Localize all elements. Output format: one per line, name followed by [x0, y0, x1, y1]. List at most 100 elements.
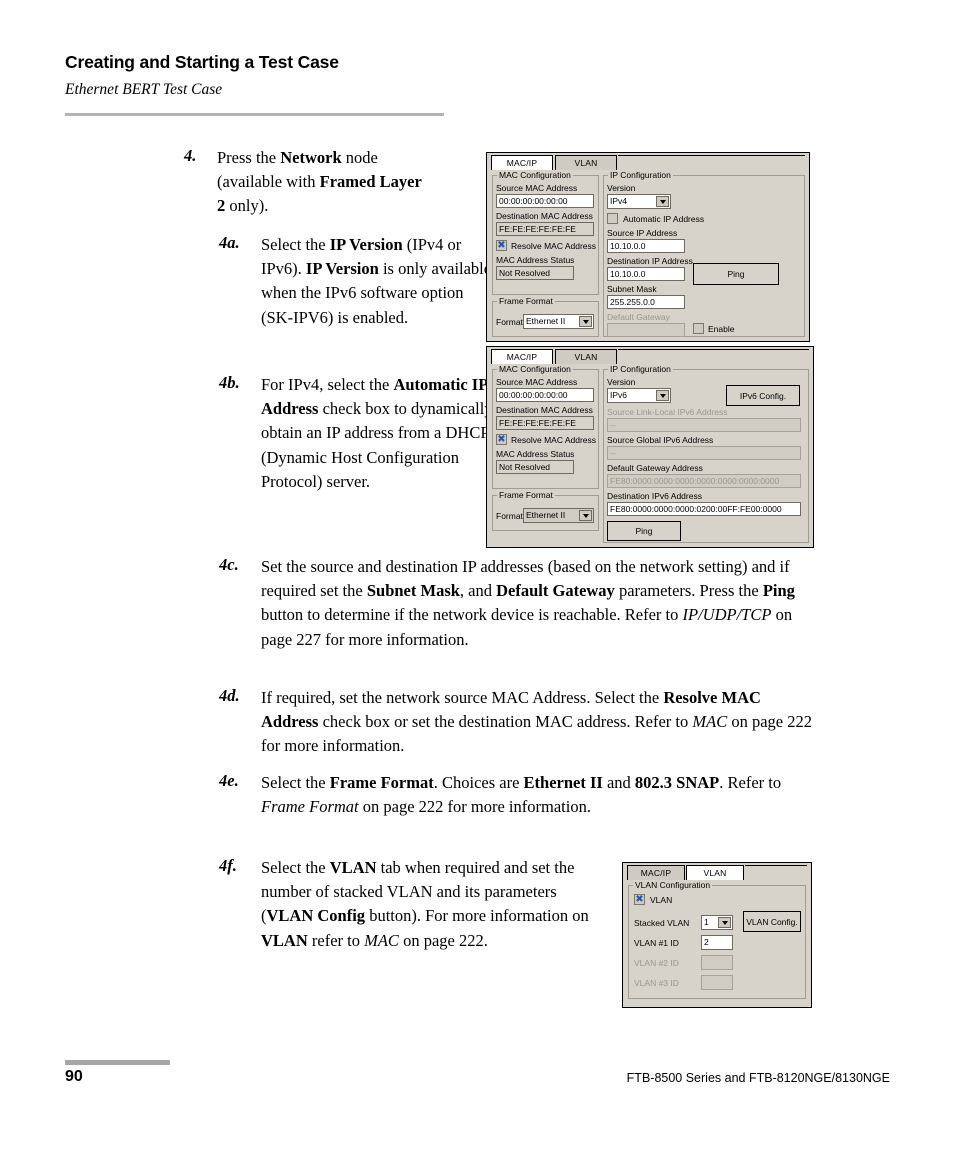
ip-version-value: IPv6 — [610, 390, 628, 400]
destination-mac-label: Destination MAC Address — [496, 211, 593, 221]
step-4b: 4b. For IPv4, select the Automatic IP Ad… — [219, 373, 494, 494]
vlan-1-id-input[interactable]: 2 — [701, 935, 733, 950]
chevron-down-icon[interactable] — [656, 390, 669, 401]
vlan-config-button[interactable]: VLAN Config. — [743, 911, 801, 932]
step-text: For IPv4, select the Automatic IP Addres… — [261, 375, 493, 491]
source-mac-label: Source MAC Address — [496, 377, 578, 387]
destination-mac-input[interactable]: FE:FE:FE:FE:FE:FE — [496, 416, 594, 430]
source-global-label: Source Global IPv6 Address — [607, 435, 714, 445]
frame-format-value: Ethernet II — [526, 316, 566, 326]
step-number: 4. — [184, 146, 197, 165]
page-title: Creating and Starting a Test Case — [65, 52, 339, 72]
version-label: Version — [607, 183, 636, 193]
tab-vlan[interactable]: VLAN — [686, 865, 744, 880]
resolve-mac-address-checkbox[interactable] — [496, 434, 507, 446]
frame-format-value: Ethernet II — [526, 510, 566, 520]
resolve-mac-address-checkbox[interactable] — [496, 240, 507, 252]
default-gateway-input — [607, 323, 685, 337]
step-number: 4f. — [219, 856, 237, 875]
step-4f: 4f. Select the VLAN tab when required an… — [219, 856, 599, 953]
step-text: Press the Network node (available with F… — [217, 148, 422, 216]
group-title: MAC Configuration — [497, 364, 573, 374]
tab-filler — [618, 349, 809, 364]
format-label: Format — [496, 317, 523, 327]
screenshot-vlan-dialog: MAC/IP VLAN VLAN Configuration VLAN Stac… — [622, 862, 812, 1008]
page-number: 90 — [65, 1068, 83, 1085]
subnet-mask-label: Subnet Mask — [607, 284, 657, 294]
tab-strip: MAC/IP VLAN — [487, 153, 809, 170]
stacked-vlan-value: 1 — [704, 917, 709, 927]
destination-ip-label: Destination IP Address — [607, 256, 693, 266]
ip-version-dropdown[interactable]: IPv4 — [607, 194, 671, 209]
screenshot-mac-ip-ipv4-dialog: MAC/IP VLAN MAC Configuration Source MAC… — [486, 152, 810, 342]
destination-ip-input[interactable]: 10.10.0.0 — [607, 267, 685, 281]
format-label: Format — [496, 511, 523, 521]
resolve-mac-address-label: Resolve MAC Address — [511, 241, 597, 251]
footer-product-line: FTB-8500 Series and FTB-8120NGE/8130NGE — [626, 1071, 890, 1085]
group-title: Frame Format — [497, 490, 555, 500]
step-4: 4. Press the Network node (available wit… — [184, 146, 434, 219]
resolve-mac-address-label: Resolve MAC Address — [511, 435, 597, 445]
step-number: 4b. — [219, 373, 240, 392]
tab-mac-ip[interactable]: MAC/IP — [491, 349, 553, 364]
step-4d: 4d. If required, set the network source … — [219, 686, 819, 759]
ip-version-value: IPv4 — [610, 196, 628, 206]
vlan-3-id-input — [701, 975, 733, 990]
chevron-down-icon[interactable] — [579, 510, 592, 521]
group-title: Frame Format — [497, 296, 555, 306]
automatic-ip-address-label: Automatic IP Address — [623, 214, 705, 224]
mac-status-value: Not Resolved — [496, 266, 574, 280]
vlan-enable-checkbox[interactable] — [634, 894, 645, 906]
source-mac-input[interactable]: 00:00:00:00:00:00 — [496, 194, 594, 208]
tab-vlan[interactable]: VLAN — [555, 349, 617, 364]
step-number: 4d. — [219, 686, 240, 705]
source-ip-label: Source IP Address — [607, 228, 678, 238]
tab-strip: MAC/IP VLAN — [487, 347, 813, 364]
source-link-local-value: -- — [607, 418, 801, 432]
source-global-value: -- — [607, 446, 801, 460]
tab-filler — [745, 865, 807, 880]
chevron-down-icon[interactable] — [656, 196, 669, 207]
step-number: 4c. — [219, 555, 239, 574]
vlan-1-id-label: VLAN #1 ID — [634, 938, 679, 948]
group-title: IP Configuration — [608, 364, 673, 374]
step-text: Select the Frame Format. Choices are Eth… — [261, 773, 782, 817]
destination-ipv6-label: Destination IPv6 Address — [607, 491, 702, 501]
page-header: Creating and Starting a Test Case Ethern… — [65, 52, 445, 99]
step-text: If required, set the network source MAC … — [261, 688, 813, 756]
screenshot-mac-ip-ipv6-dialog: MAC/IP VLAN MAC Configuration Source MAC… — [486, 346, 814, 548]
step-number: 4a. — [219, 233, 240, 252]
vlan-2-id-label: VLAN #2 ID — [634, 958, 679, 968]
frame-format-dropdown[interactable]: Ethernet II — [523, 508, 594, 523]
tab-mac-ip[interactable]: MAC/IP — [491, 155, 553, 170]
ping-button[interactable]: Ping — [607, 521, 681, 541]
source-mac-label: Source MAC Address — [496, 183, 578, 193]
group-title: MAC Configuration — [497, 170, 573, 180]
step-4c: 4c. Set the source and destination IP ad… — [219, 555, 819, 652]
group-title: IP Configuration — [608, 170, 673, 180]
footer-divider — [65, 1060, 170, 1065]
subnet-mask-input[interactable]: 255.255.0.0 — [607, 295, 685, 309]
ping-button[interactable]: Ping — [693, 263, 779, 285]
destination-mac-label: Destination MAC Address — [496, 405, 593, 415]
tab-strip: MAC/IP VLAN — [623, 863, 811, 880]
frame-format-dropdown[interactable]: Ethernet II — [523, 314, 594, 329]
tab-vlan[interactable]: VLAN — [555, 155, 617, 170]
destination-mac-input[interactable]: FE:FE:FE:FE:FE:FE — [496, 222, 594, 236]
tab-mac-ip[interactable]: MAC/IP — [627, 865, 685, 880]
source-mac-input[interactable]: 00:00:00:00:00:00 — [496, 388, 594, 402]
step-text: Select the IP Version (IPv4 or IPv6). IP… — [261, 235, 492, 327]
automatic-ip-address-checkbox[interactable] — [607, 213, 618, 224]
destination-ipv6-input[interactable]: FE80:0000:0000:0000:0200:00FF:FE00:0000 — [607, 502, 801, 516]
version-label: Version — [607, 377, 636, 387]
step-text: Set the source and destination IP addres… — [261, 557, 795, 649]
ipv6-config-button[interactable]: IPv6 Config. — [726, 385, 800, 406]
chevron-down-icon[interactable] — [579, 316, 592, 327]
source-ip-input[interactable]: 10.10.0.0 — [607, 239, 685, 253]
ip-version-dropdown[interactable]: IPv6 — [607, 388, 671, 403]
enable-gateway-checkbox[interactable] — [693, 323, 704, 334]
vlan-3-id-label: VLAN #3 ID — [634, 978, 679, 988]
chevron-down-icon[interactable] — [718, 917, 731, 928]
default-gateway-input[interactable]: FE80:0000:0000:0000:0000:0000:0000:0000 — [607, 474, 801, 488]
stacked-vlan-dropdown[interactable]: 1 — [701, 915, 733, 930]
